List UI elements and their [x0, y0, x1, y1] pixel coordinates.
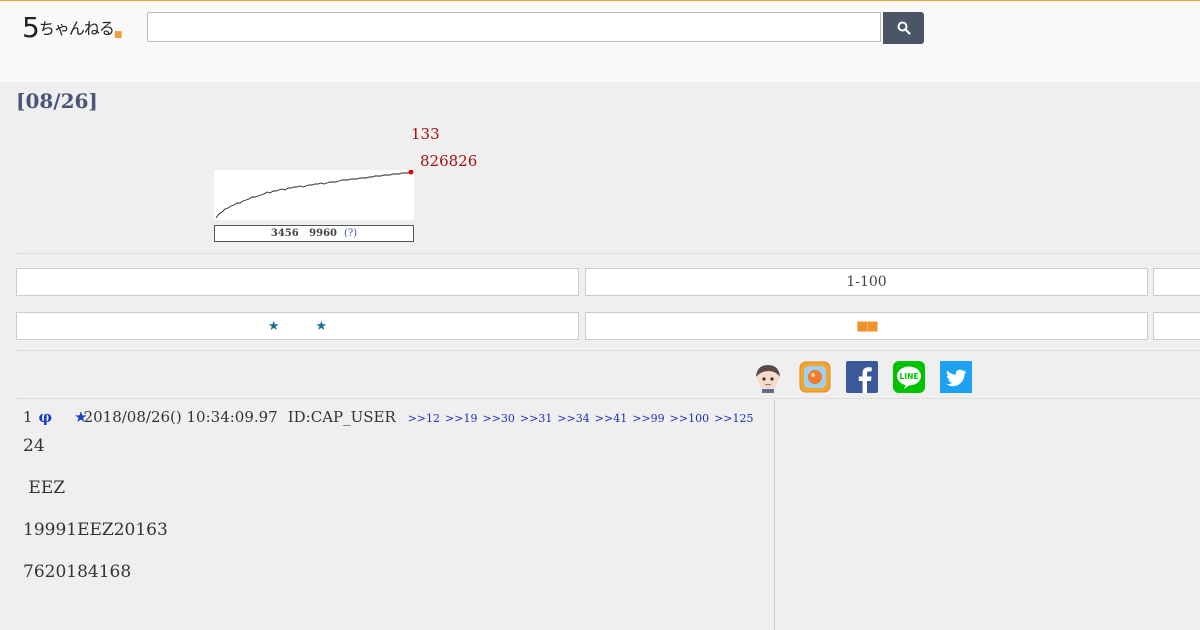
nav-box-stars[interactable]: ★ ★: [16, 312, 579, 340]
post-date: 2018/08/26() 10:34:09.97: [83, 408, 278, 426]
post-body-line: 19991EEZ20163: [23, 520, 168, 540]
post-header: 1 φ ★2018/08/26() 10:34:09.97 ID:CAP_USER >…: [23, 408, 754, 426]
range-label: 1-100: [846, 274, 887, 290]
caption-value-a: 3456: [270, 228, 299, 239]
sparkline-endpoint: [408, 170, 414, 175]
post-body-line: 7620184168: [23, 562, 132, 582]
divider: [16, 253, 1200, 254]
facebook-icon[interactable]: [846, 361, 878, 393]
twitter-icon[interactable]: [940, 361, 972, 393]
reply-link[interactable]: >>125: [714, 412, 753, 425]
stat-count-top: 133: [411, 125, 440, 143]
nav-box-range[interactable]: 1-100: [585, 268, 1148, 296]
stat-count-bottom: 826826: [420, 152, 478, 170]
line-icon[interactable]: LINE: [893, 361, 925, 393]
nav-box-right[interactable]: [1153, 268, 1200, 296]
nav-box-right-2[interactable]: [1153, 312, 1200, 340]
reply-link[interactable]: >>34: [557, 412, 589, 425]
reply-link[interactable]: >>30: [482, 412, 514, 425]
mascot-icon[interactable]: [752, 361, 784, 393]
logo-text: ちゃんねる: [38, 19, 115, 38]
search-input[interactable]: [147, 12, 881, 42]
nav-box-squares[interactable]: ■■: [585, 312, 1148, 340]
sparkline-line: [215, 171, 412, 219]
reply-links: >>12 >>19 >>30 >>31 >>34 >>41 >>99 >>100 >>125: [403, 412, 754, 425]
post-id[interactable]: ID:CAP_USER: [288, 408, 396, 426]
logo-mark: ■: [113, 30, 122, 40]
post-number[interactable]: 1: [23, 408, 33, 426]
site-logo[interactable]: 5ちゃんねる■: [22, 11, 122, 44]
reply-link[interactable]: >>19: [445, 412, 477, 425]
square-icons: ■■: [856, 318, 879, 334]
star-icon: ★: [315, 318, 328, 334]
app-icon[interactable]: [799, 361, 831, 393]
post-1: 1 φ ★2018/08/26() 10:34:09.97 ID:CAP_USER >…: [16, 400, 775, 630]
activity-sparkline: [214, 170, 414, 220]
logo-number: 5: [22, 11, 40, 44]
post-body-line: 24: [23, 436, 45, 456]
svg-text:LINE: LINE: [900, 372, 919, 381]
divider: [16, 398, 1200, 399]
nav-box-left[interactable]: [16, 268, 579, 296]
star-icon: ★: [267, 318, 280, 334]
page-title: [08/26]: [16, 89, 98, 113]
search-icon: [897, 21, 911, 35]
reply-link[interactable]: >>99: [632, 412, 664, 425]
post-author: φ: [38, 408, 53, 426]
star-pair: ★ ★: [268, 319, 327, 334]
reply-link[interactable]: >>41: [595, 412, 627, 425]
search-button[interactable]: [883, 12, 924, 44]
sparkline-caption: 3456 9960 (?): [214, 225, 414, 242]
reply-link[interactable]: >>100: [670, 412, 709, 425]
divider: [16, 350, 1200, 351]
caption-value-b: 9960: [309, 228, 337, 239]
reply-link[interactable]: >>12: [408, 412, 440, 425]
header-bar: 5ちゃんねる■: [0, 0, 1200, 83]
post-body-line: EEZ: [23, 478, 66, 498]
caption-help-link[interactable]: (?): [344, 228, 357, 239]
reply-link[interactable]: >>31: [520, 412, 552, 425]
